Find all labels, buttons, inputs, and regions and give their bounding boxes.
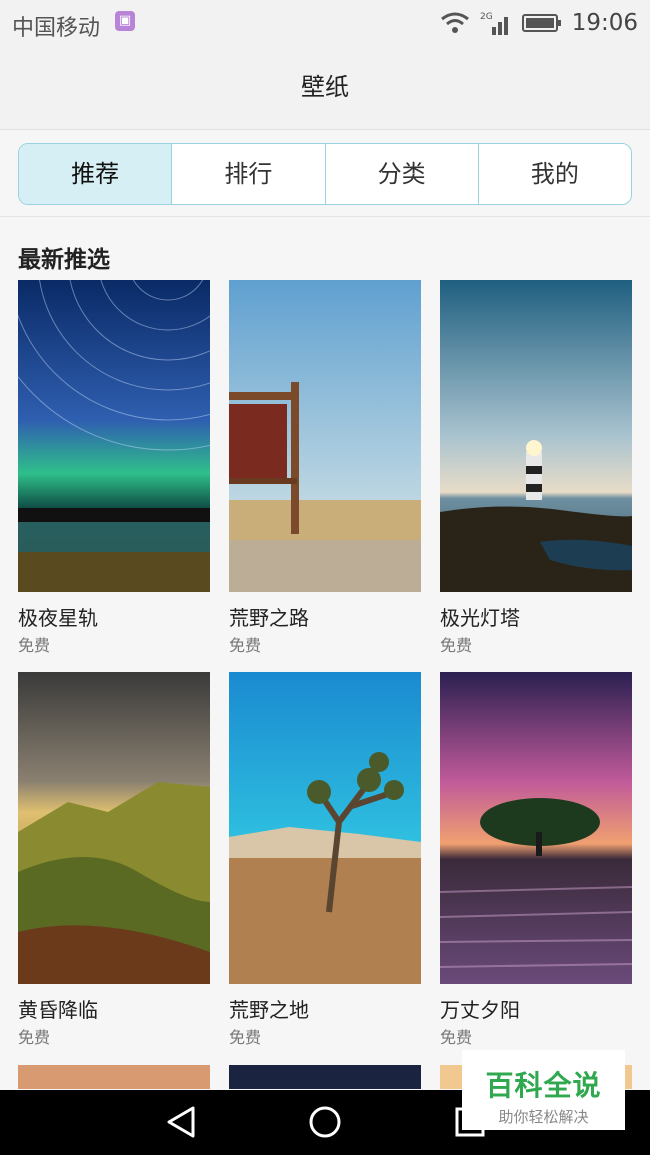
battery-icon xyxy=(521,14,561,32)
wallpaper-thumbnail-partial[interactable] xyxy=(18,1065,210,1089)
category-tabs: 推荐 排行 分类 我的 xyxy=(18,143,632,205)
wallpaper-thumbnail-partial[interactable] xyxy=(229,1065,421,1089)
wallpaper-card[interactable]: 荒野之路 免费 xyxy=(229,280,421,655)
gallery-notification-icon: ▣ xyxy=(115,11,135,31)
back-icon[interactable] xyxy=(163,1104,199,1140)
tab-ranking[interactable]: 排行 xyxy=(171,144,324,204)
wallpaper-thumbnail[interactable] xyxy=(229,672,421,984)
wallpaper-price: 免费 xyxy=(18,636,51,655)
wallpaper-price: 免费 xyxy=(18,1028,51,1047)
cellular-signal-icon: 2G xyxy=(480,12,508,35)
tab-recommended[interactable]: 推荐 xyxy=(19,144,172,204)
wallpaper-thumbnail[interactable] xyxy=(440,672,632,984)
wallpaper-name: 万丈夕阳 xyxy=(440,998,520,1022)
wallpaper-price: 免费 xyxy=(440,636,473,655)
wallpaper-thumbnail[interactable] xyxy=(18,280,210,592)
wallpaper-card[interactable]: 极夜星轨 免费 xyxy=(18,280,210,655)
wallpaper-price: 免费 xyxy=(229,636,262,655)
page-title: 壁纸 xyxy=(0,46,650,130)
wallpaper-price: 免费 xyxy=(229,1028,262,1047)
clock: 19:06 xyxy=(571,10,638,36)
wallpaper-thumbnail[interactable] xyxy=(229,280,421,592)
home-icon[interactable] xyxy=(307,1104,343,1140)
section-title: 最新推选 xyxy=(18,247,110,273)
wallpaper-name: 极夜星轨 xyxy=(18,606,98,630)
wallpaper-thumbnail[interactable] xyxy=(440,280,632,592)
wallpaper-name: 荒野之路 xyxy=(229,606,309,630)
wallpaper-card[interactable]: 黄昏降临 免费 xyxy=(18,672,210,1047)
carrier-name: 中国移动 xyxy=(12,16,101,41)
tab-categories[interactable]: 分类 xyxy=(324,144,478,204)
wallpaper-name: 黄昏降临 xyxy=(18,998,98,1022)
watermark: 百科全说 助你轻松解决 xyxy=(462,1050,625,1130)
wallpaper-card[interactable]: 万丈夕阳 免费 xyxy=(440,672,632,1047)
status-bar: 中国移动 ▣ 2G 19:06 xyxy=(0,0,650,46)
wallpaper-card[interactable]: 极光灯塔 免费 xyxy=(440,280,632,655)
watermark-subtitle: 助你轻松解决 xyxy=(498,1108,589,1126)
wallpaper-price: 免费 xyxy=(440,1028,473,1047)
wallpaper-name: 极光灯塔 xyxy=(440,606,520,630)
network-type-label: 2G xyxy=(480,12,493,22)
divider xyxy=(0,216,650,217)
wallpaper-thumbnail[interactable] xyxy=(18,672,210,984)
wallpaper-card[interactable]: 荒野之地 免费 xyxy=(229,672,421,1047)
wifi-icon xyxy=(440,12,469,33)
tab-mine[interactable]: 我的 xyxy=(477,144,631,204)
watermark-title: 百科全说 xyxy=(485,1069,602,1102)
wallpaper-name: 荒野之地 xyxy=(229,998,309,1022)
